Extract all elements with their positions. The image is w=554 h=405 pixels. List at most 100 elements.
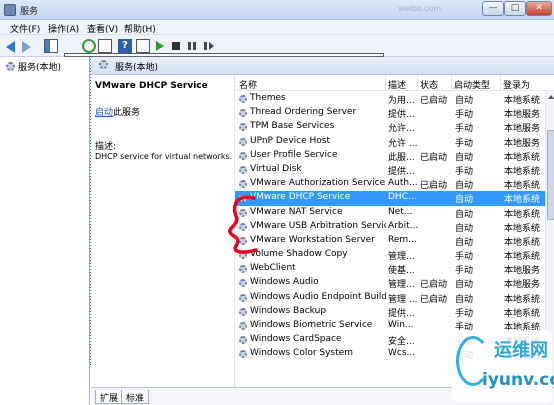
service-startup-type: 自动 [455, 152, 474, 163]
description-label: 描述: [95, 142, 117, 152]
service-gear-icon [239, 336, 247, 345]
export-list-icon[interactable] [98, 39, 112, 53]
service-description: Wcs... [388, 348, 416, 359]
service-gear-icon [239, 307, 247, 316]
show-hide-console-tree-icon[interactable] [44, 39, 58, 53]
service-gear-icon [239, 180, 247, 189]
service-log-on-as: 本地系统 [504, 237, 541, 248]
service-description: 提供... [388, 308, 415, 319]
service-log-on-as: 本地服务 [504, 280, 541, 291]
service-description: Arbit... [388, 220, 418, 231]
menu-file[interactable]: 文件(F) [10, 22, 40, 35]
pane-title: 服务(本地) [115, 63, 159, 73]
service-row[interactable]: User Profile Service 此服... 已启动 自动 本地系统 [235, 149, 545, 163]
tab-standard[interactable]: 标准 [121, 390, 150, 404]
forward-arrow-icon[interactable] [22, 41, 31, 53]
service-name: Windows Audio [250, 277, 319, 288]
gear-icon [6, 62, 15, 71]
service-row[interactable]: VMware NAT Service Net... 自动 本地系统 [235, 206, 545, 220]
service-row[interactable]: VMware USB Arbitration Service Arbit... 自动… [235, 220, 545, 234]
column-header-log-on-as[interactable]: 登录为 [503, 78, 530, 91]
back-arrow-icon[interactable] [6, 41, 15, 53]
service-row[interactable]: VMware Workstation Server Rem... 自动 本地系统 [235, 234, 545, 248]
service-row[interactable]: Themes 为用... 已启动 自动 本地系统 [235, 92, 545, 106]
service-row[interactable]: Windows Backup 提供... 手动 本地系统 [235, 305, 545, 319]
service-description: 允许... [388, 124, 415, 135]
service-name: Windows Color System [250, 348, 353, 359]
service-name: WebClient [250, 263, 296, 274]
pause-service-icon[interactable] [188, 42, 196, 50]
service-startup-type: 自动 [455, 195, 474, 206]
service-description: DHC... [388, 192, 417, 203]
start-service-icon[interactable] [156, 41, 164, 51]
service-name: Windows Backup [250, 305, 327, 316]
column-header-status[interactable]: 状态 [420, 78, 438, 91]
service-log-on-as: 本地服务 [504, 124, 541, 135]
start-service-link[interactable]: 启动 [95, 108, 113, 118]
column-header-name[interactable]: 名称 [239, 78, 257, 91]
service-row[interactable]: VMware DHCP Service DHC... 自动 本地系统 [235, 191, 545, 206]
service-row[interactable]: WebClient 使基... 手动 本地服务 [235, 262, 545, 276]
service-gear-icon [239, 137, 247, 146]
service-description: 提供... [388, 110, 415, 121]
minimize-button[interactable]: — [482, 1, 504, 16]
service-startup-type: 自动 [455, 294, 474, 305]
column-header-description[interactable]: 描述 [388, 78, 406, 91]
column-header-startup-type[interactable]: 启动类型 [454, 78, 490, 91]
service-startup-type: 自动 [455, 223, 474, 234]
menu-help[interactable]: 帮助(H) [124, 22, 156, 35]
service-gear-icon [239, 109, 247, 118]
refresh-icon[interactable] [82, 39, 96, 53]
scrollbar-thumb[interactable] [547, 130, 554, 220]
column-divider[interactable] [385, 75, 386, 91]
service-description: Net... [388, 206, 413, 217]
service-startup-type: 手动 [455, 308, 474, 319]
tree-item-services-local[interactable]: 服务(本地) [6, 60, 61, 73]
service-gear-icon [239, 95, 247, 103]
service-startup-type: 手动 [455, 266, 474, 277]
service-row[interactable]: UPnP Device Host 允许 ... 手动 本地服务 [235, 135, 545, 149]
service-log-on-as: 本地系统 [504, 252, 541, 263]
service-description: 安全... [388, 337, 415, 348]
service-name: VMware DHCP Service [250, 192, 351, 203]
service-row[interactable]: Volume Shadow Copy 管理... 手动 本地系统 [235, 248, 545, 262]
service-row[interactable]: Windows Audio Endpoint Builder 管理 ... 已启动自… [235, 291, 545, 305]
service-startup-type: 自动 [455, 280, 474, 291]
service-startup-type: 手动 [455, 124, 474, 135]
service-status: 已启动 [420, 152, 448, 163]
watermark-domain: iyunv.com [482, 370, 554, 390]
menu-action[interactable]: 操作(A) [48, 22, 79, 35]
column-divider[interactable] [451, 75, 452, 91]
service-log-on-as: 本地系统 [504, 308, 541, 319]
service-startup-type: 手动 [455, 252, 474, 263]
service-row[interactable]: VMware Authorization Service Auth... 已启动 自动… [235, 177, 545, 191]
toolbar: ? [0, 35, 554, 365]
menu-view[interactable]: 查看(V) [87, 22, 118, 35]
service-description: Auth... [388, 178, 418, 189]
stop-service-icon[interactable] [172, 42, 180, 50]
service-detail-panel: VMware DHCP Service 启动此服务 描述: DHCP servi… [91, 75, 233, 387]
close-button[interactable]: ✕ [526, 1, 552, 16]
service-gear-icon [239, 151, 247, 160]
service-name: VMware Workstation Server [250, 234, 375, 245]
service-log-on-as: 本地服务 [504, 266, 541, 277]
service-gear-icon [239, 322, 247, 330]
scroll-up-arrow-icon[interactable] [548, 95, 554, 99]
service-row[interactable]: Thread Ordering Server 提供... 手动 本地服务 [235, 106, 545, 120]
service-description: 允许 ... [388, 138, 418, 149]
service-description: 使基... [388, 266, 415, 277]
tab-extended[interactable]: 扩展 [95, 390, 124, 404]
column-divider[interactable] [417, 75, 418, 91]
service-name: Windows CardSpace [250, 334, 342, 345]
service-startup-type: 手动 [455, 166, 474, 177]
service-status: 已启动 [420, 294, 448, 305]
restart-service-icon[interactable] [204, 42, 214, 50]
service-row[interactable]: TPM Base Services 允许... 手动 本地服务 [235, 120, 545, 134]
column-divider[interactable] [500, 75, 501, 91]
service-row[interactable]: Windows Audio 管理... 已启动 自动 本地服务 [235, 276, 545, 290]
service-row[interactable]: Virtual Disk 提供... 手动 本地系统 [235, 163, 545, 177]
maximize-button[interactable]: □ [504, 1, 526, 16]
help-icon[interactable]: ? [118, 39, 132, 53]
menu-bar: 文件(F) 操作(A) 查看(V) 帮助(H) [0, 20, 554, 35]
properties-icon[interactable] [136, 39, 150, 53]
